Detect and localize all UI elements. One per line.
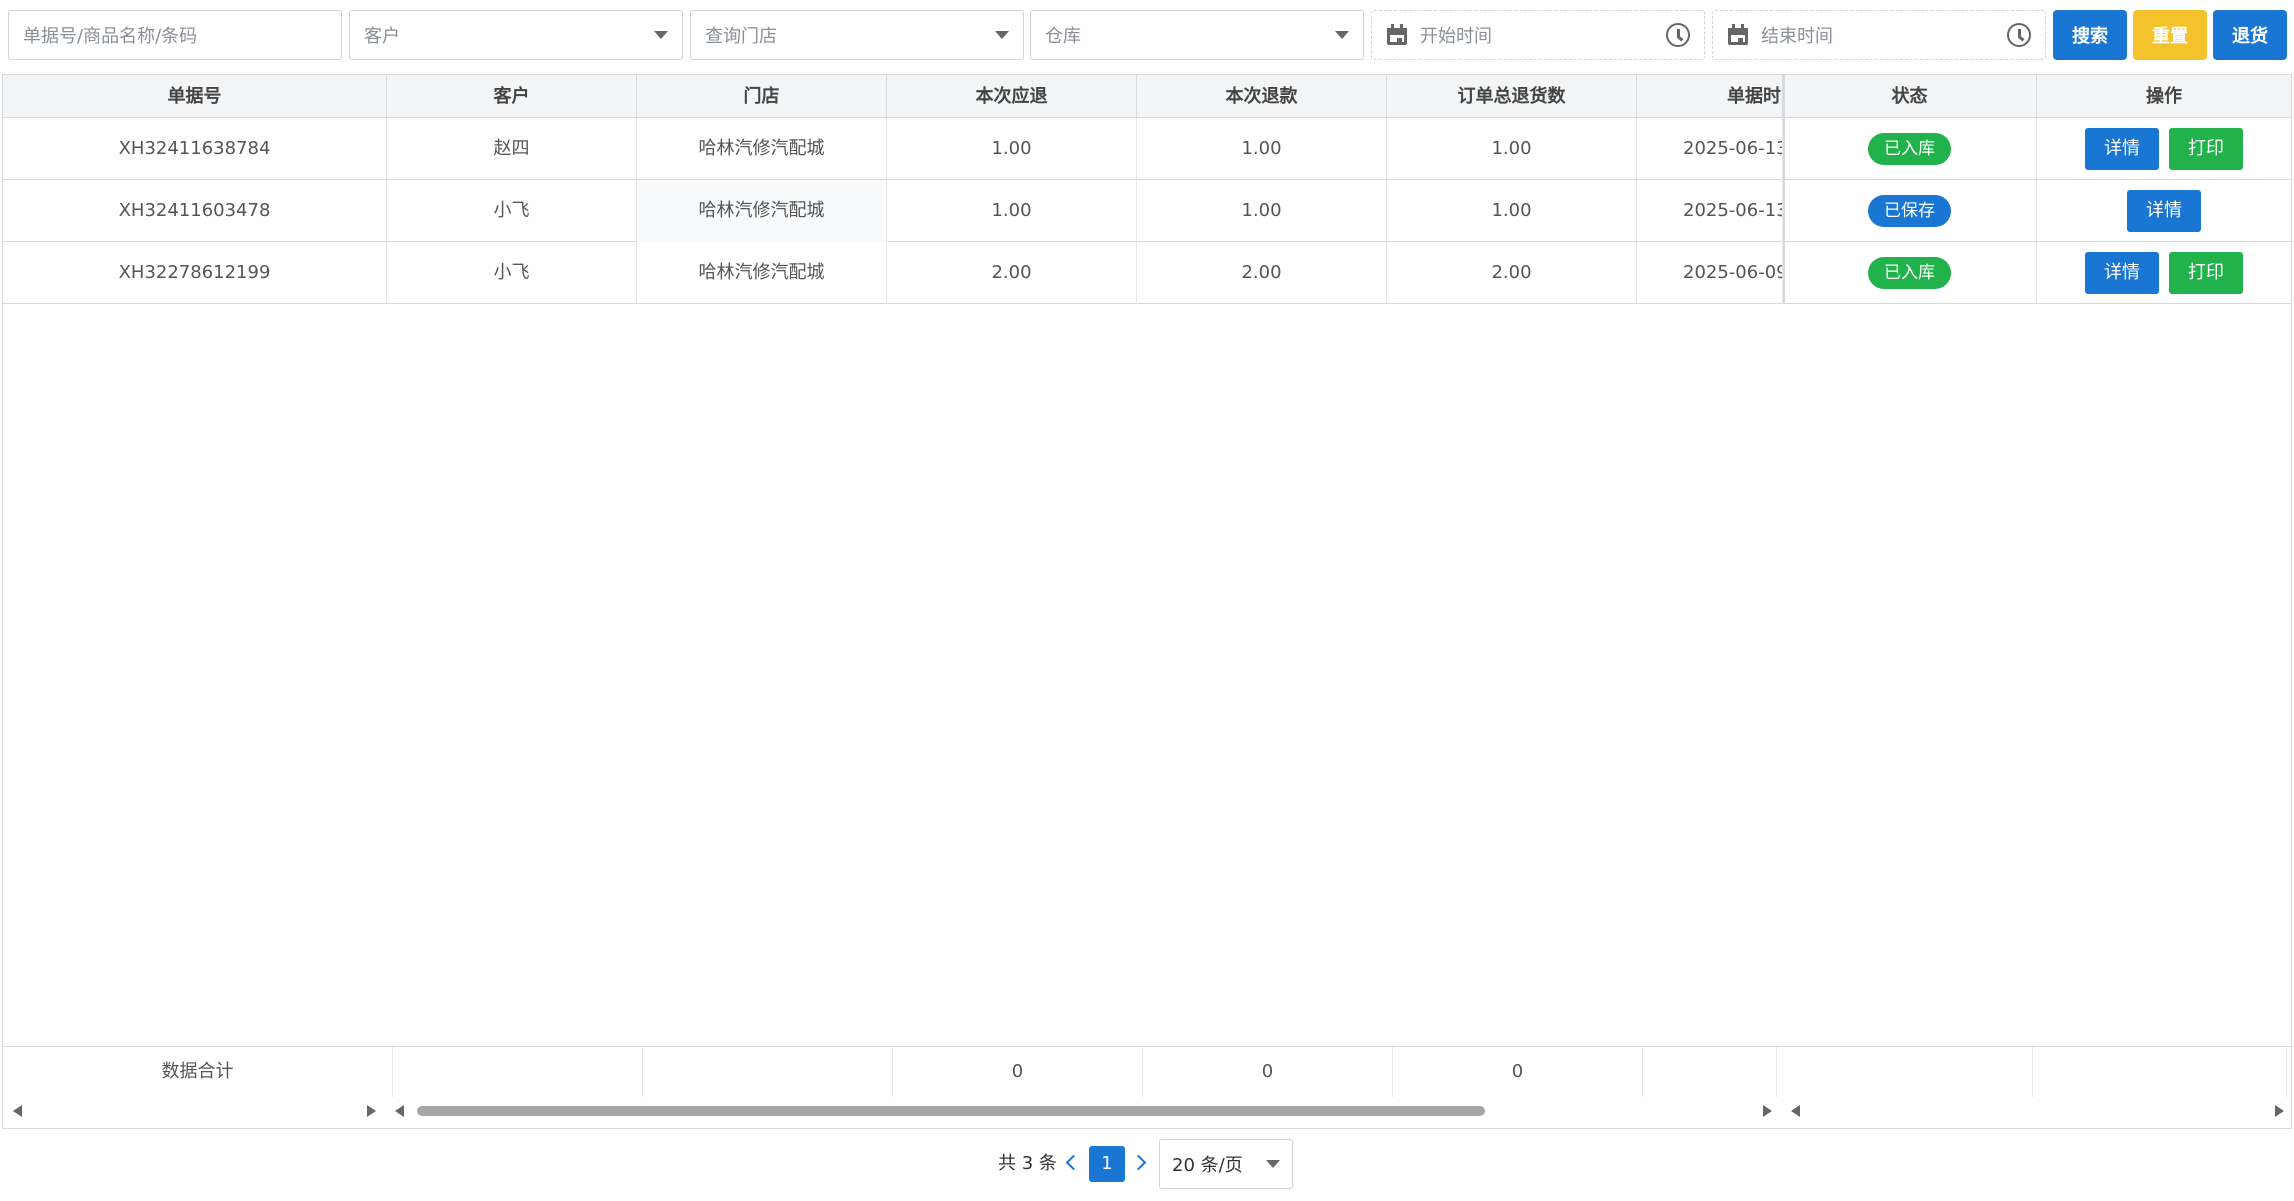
cell-refund: 1.00	[1137, 118, 1387, 180]
cell-status: 已入库	[1783, 118, 2037, 180]
reset-button[interactable]: 重置	[2133, 10, 2207, 60]
cell-customer: 小飞	[387, 180, 637, 242]
table-row: XH32411638784 赵四 哈林汽修汽配城 1.00 1.00 1.00 …	[3, 118, 2291, 180]
clock-icon[interactable]	[1666, 23, 1690, 47]
scroll-right-icon[interactable]	[2275, 1105, 2284, 1117]
return-button[interactable]: 退货	[2213, 10, 2287, 60]
summary-cell	[643, 1047, 893, 1097]
scroll-left-icon[interactable]	[13, 1105, 22, 1117]
cell-total-returns: 1.00	[1387, 118, 1637, 180]
cell-order-no: XH32411603478	[3, 180, 387, 242]
status-badge: 已入库	[1868, 257, 1951, 289]
start-time-placeholder: 开始时间	[1420, 26, 1492, 47]
page-size-select[interactable]: 20 条/页	[1159, 1139, 1293, 1189]
clock-icon[interactable]	[2007, 23, 2031, 47]
keyword-placeholder: 单据号/商品名称/条码	[23, 26, 198, 47]
print-button[interactable]: 打印	[2169, 128, 2243, 170]
summary-cell	[1643, 1047, 1777, 1097]
start-time-picker[interactable]: 开始时间	[1371, 10, 1705, 60]
detail-button[interactable]: 详情	[2085, 252, 2159, 294]
returns-table: 单据号 客户 门店 本次应退 本次退款 订单总退货数 单据时间 状态 操作 XH…	[2, 74, 2292, 1129]
summary-should-refund: 0	[893, 1047, 1143, 1097]
table-header: 单据号 客户 门店 本次应退 本次退款 订单总退货数 单据时间 状态 操作	[3, 75, 2291, 118]
chevron-down-icon	[1266, 1160, 1280, 1168]
summary-refund: 0	[1143, 1047, 1393, 1097]
summary-cell	[2033, 1047, 2287, 1097]
detail-button[interactable]: 详情	[2085, 128, 2159, 170]
col-header-total-returns: 订单总退货数	[1387, 75, 1637, 118]
col-header-actions: 操作	[2146, 86, 2182, 107]
scroll-left-icon[interactable]	[1791, 1105, 1800, 1117]
customer-placeholder: 客户	[364, 26, 400, 47]
cell-refund: 2.00	[1137, 242, 1387, 304]
cell-should-refund: 1.00	[887, 180, 1137, 242]
cell-status: 已入库	[1783, 242, 2037, 304]
customer-select[interactable]: 客户	[349, 10, 683, 60]
col-header-customer: 客户	[387, 75, 637, 118]
page-number-current[interactable]: 1	[1089, 1146, 1125, 1182]
horizontal-scrollbar[interactable]	[3, 1096, 2291, 1128]
cell-actions: 详情	[2037, 180, 2291, 242]
detail-button[interactable]: 详情	[2127, 190, 2201, 232]
warehouse-select[interactable]: 仓库	[1030, 10, 1364, 60]
cell-should-refund: 2.00	[887, 242, 1137, 304]
cell-should-refund: 1.00	[887, 118, 1137, 180]
warehouse-placeholder: 仓库	[1045, 26, 1081, 47]
fixed-column-divider	[1783, 75, 1785, 304]
cell-refund: 1.00	[1137, 180, 1387, 242]
cell-time: 2025-06-13 0	[1637, 180, 1783, 242]
col-header-order-no: 单据号	[3, 75, 387, 118]
store-placeholder: 查询门店	[705, 26, 777, 47]
cell-order-no: XH32411638784	[3, 118, 387, 180]
col-header-refund: 本次退款	[1137, 75, 1387, 118]
filter-bar: 单据号/商品名称/条码 客户 查询门店 仓库 开始时间 结束时间 搜索 重置 退…	[0, 0, 2294, 74]
status-badge: 已保存	[1868, 195, 1951, 227]
keyword-input[interactable]: 单据号/商品名称/条码	[8, 10, 342, 60]
cell-customer: 小飞	[387, 242, 637, 304]
cell-store: 哈林汽修汽配城	[637, 180, 887, 242]
prev-page-icon[interactable]	[1065, 1154, 1082, 1171]
chevron-down-icon	[654, 31, 668, 39]
summary-cell	[393, 1047, 643, 1097]
cell-status: 已保存	[1783, 180, 2037, 242]
cell-total-returns: 1.00	[1387, 180, 1637, 242]
col-header-time: 单据时间	[1637, 75, 1783, 118]
search-button[interactable]: 搜索	[2053, 10, 2127, 60]
store-select[interactable]: 查询门店	[690, 10, 1024, 60]
end-time-picker[interactable]: 结束时间	[1712, 10, 2046, 60]
page-size-label: 20 条/页	[1172, 1155, 1243, 1176]
col-header-store: 门店	[637, 75, 887, 118]
next-page-icon[interactable]	[1130, 1154, 1147, 1171]
cell-customer: 赵四	[387, 118, 637, 180]
summary-total-returns: 0	[1393, 1047, 1643, 1097]
print-button[interactable]: 打印	[2169, 252, 2243, 294]
calendar-icon	[1386, 24, 1408, 46]
pagination: 共 3 条 1 20 条/页	[0, 1139, 2294, 1189]
scroll-right-icon[interactable]	[367, 1105, 376, 1117]
table-row: XH32278612199 小飞 哈林汽修汽配城 2.00 2.00 2.00 …	[3, 242, 2291, 304]
summary-label: 数据合计	[3, 1047, 393, 1097]
scroll-right-icon[interactable]	[1763, 1105, 1772, 1117]
cell-total-returns: 2.00	[1387, 242, 1637, 304]
scroll-left-icon[interactable]	[395, 1105, 404, 1117]
scrollbar-thumb[interactable]	[417, 1106, 1485, 1116]
table-row: XH32411603478 小飞 哈林汽修汽配城 1.00 1.00 1.00 …	[3, 180, 2291, 242]
table-summary-row: 数据合计 0 0 0	[3, 1046, 2291, 1097]
cell-time: 2025-06-13 0	[1637, 118, 1783, 180]
cell-store: 哈林汽修汽配城	[637, 242, 887, 304]
calendar-icon	[1727, 24, 1749, 46]
cell-time: 2025-06-09 1	[1637, 242, 1783, 304]
chevron-down-icon	[1335, 31, 1349, 39]
cell-actions: 详情 打印	[2037, 118, 2291, 180]
summary-cell	[1777, 1047, 2033, 1097]
end-time-placeholder: 结束时间	[1761, 26, 1833, 47]
cell-store: 哈林汽修汽配城	[637, 118, 887, 180]
status-badge: 已入库	[1868, 133, 1951, 165]
cell-order-no: XH32278612199	[3, 242, 387, 304]
cell-actions: 详情 打印	[2037, 242, 2291, 304]
col-header-status: 状态	[1783, 75, 2037, 118]
col-header-should-refund: 本次应退	[887, 75, 1137, 118]
total-count: 共 3 条	[998, 1153, 1057, 1174]
chevron-down-icon	[995, 31, 1009, 39]
